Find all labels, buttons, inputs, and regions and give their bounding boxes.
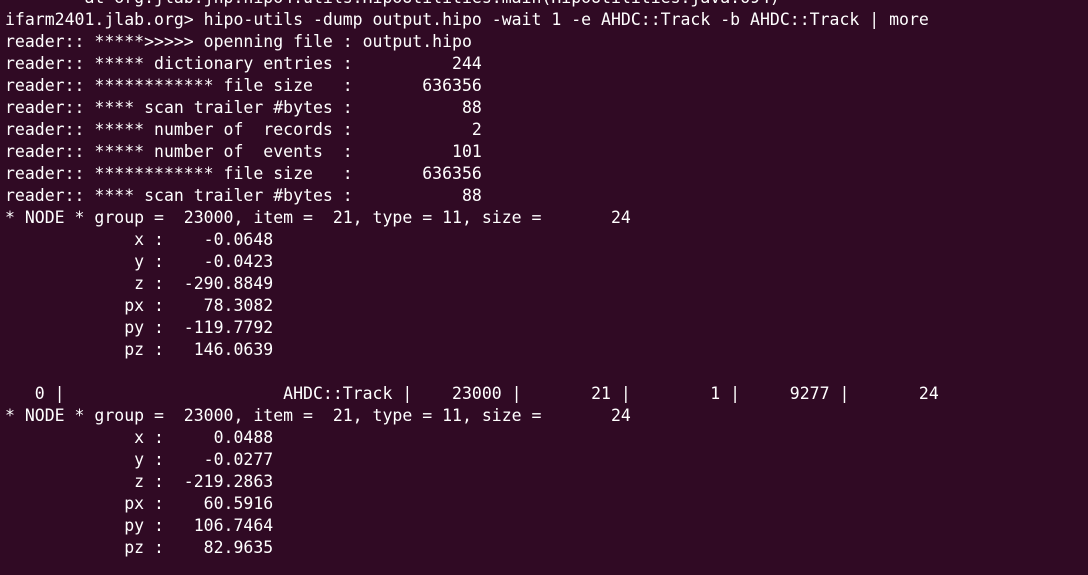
command-prompt-line: ifarm2401.jlab.org> hipo-utils -dump out… [5, 10, 929, 29]
reader-file-size-line: reader:: ************ file size : 636356 [5, 164, 482, 183]
reader-number-of-records-line: reader:: ***** number of records : 2 [5, 120, 482, 139]
stack-trace-line: at org.jlab.jnp.hipo4.utils.HipoUtilitie… [5, 0, 939, 9]
node-value-z: z : -290.8849 [5, 274, 274, 293]
node-value-py: py : -119.7792 [5, 318, 274, 337]
bank-table-row: 0 | AHDC::Track | 23000 | 21 | 1 | 9277 … [5, 384, 939, 403]
node-value-x: x : 0.0488 [5, 428, 274, 447]
reader-number-of-events-line: reader:: ***** number of events : 101 [5, 142, 482, 161]
node-value-y: y : -0.0423 [5, 252, 274, 271]
node-value-pz: pz : 146.0639 [5, 340, 274, 359]
reader-dictionary-entries-line: reader:: ***** dictionary entries : 244 [5, 54, 482, 73]
reader-scan-trailer-line: reader:: **** scan trailer #bytes : 88 [5, 98, 482, 117]
node-value-z: z : -219.2863 [5, 472, 274, 491]
node-value-y: y : -0.0277 [5, 450, 274, 469]
node-value-x: x : -0.0648 [5, 230, 274, 249]
node-value-px: px : 60.5916 [5, 494, 274, 513]
node-header-line: * NODE * group = 23000, item = 21, type … [5, 208, 631, 227]
reader-scan-trailer-line: reader:: **** scan trailer #bytes : 88 [5, 186, 482, 205]
terminal-window[interactable]: at org.jlab.jnp.hipo4.utils.HipoUtilitie… [0, 0, 1088, 575]
reader-file-size-line: reader:: ************ file size : 636356 [5, 76, 482, 95]
node-value-py: py : 106.7464 [5, 516, 274, 535]
node-value-px: px : 78.3082 [5, 296, 274, 315]
reader-open-file-line: reader:: *****>>>>> openning file : outp… [5, 32, 472, 51]
node-value-pz: pz : 82.9635 [5, 538, 274, 557]
node-header-line: * NODE * group = 23000, item = 21, type … [5, 406, 631, 425]
terminal-output[interactable]: at org.jlab.jnp.hipo4.utils.HipoUtilitie… [5, 0, 939, 559]
